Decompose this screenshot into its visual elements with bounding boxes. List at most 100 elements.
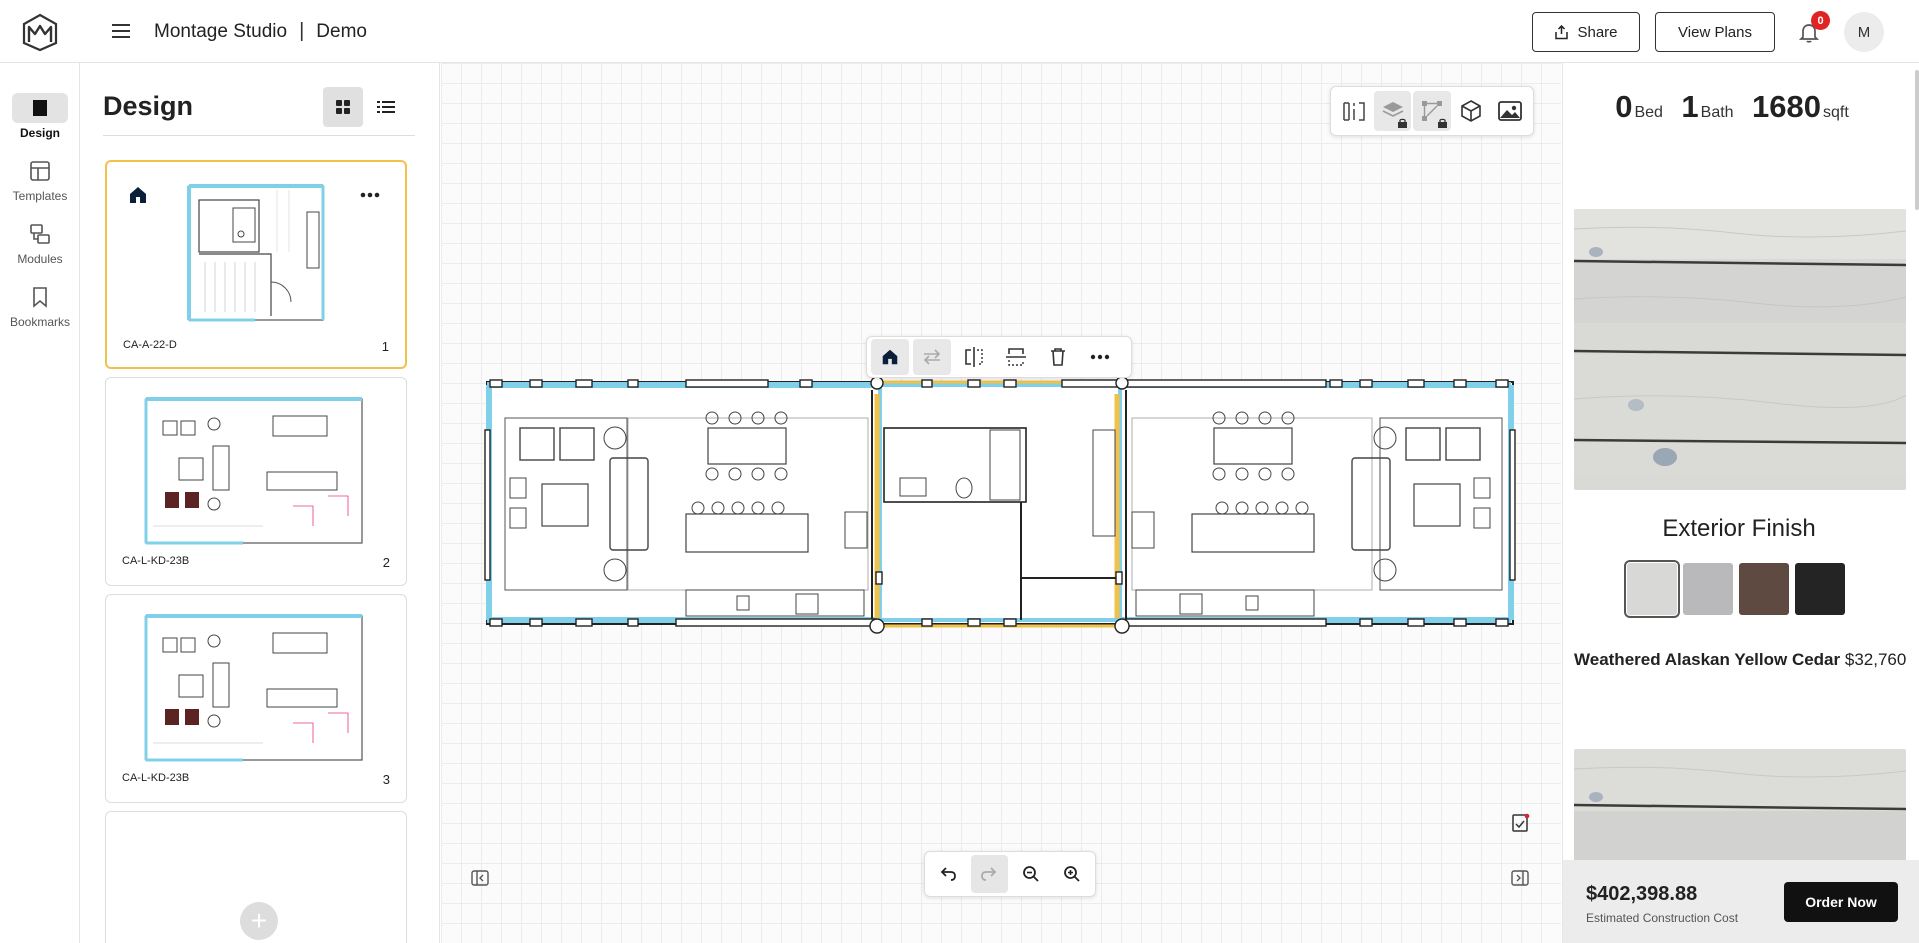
cost-value: $402,398.88 — [1586, 883, 1698, 905]
panel-title: Design — [103, 91, 194, 121]
floor-plan[interactable] — [441, 63, 1561, 943]
rail-item-templates[interactable]: Templates — [0, 156, 80, 212]
design-card[interactable]: CA-A-22-D 1 — [105, 160, 407, 369]
cost-label: Estimated Construction Cost — [1586, 911, 1739, 925]
delete-button[interactable] — [1039, 339, 1077, 375]
home-icon[interactable] — [127, 184, 149, 206]
dimension-icon — [1342, 102, 1365, 121]
grid-view-button[interactable] — [323, 87, 363, 127]
collapse-right-icon[interactable] — [1510, 868, 1530, 888]
card-code: CA-L-KD-23B — [122, 772, 190, 784]
add-icon[interactable]: + — [240, 902, 278, 940]
left-rail: Design Templates Modules Bookmarks — [0, 63, 80, 943]
share-icon — [1555, 24, 1569, 39]
card-code: CA-L-KD-23B — [122, 555, 190, 567]
template-icon — [30, 161, 50, 181]
home-module-button[interactable] — [871, 339, 909, 375]
finish-swatches — [1624, 560, 1845, 618]
flip-vertical-icon — [1006, 348, 1026, 366]
breadcrumb: Montage Studio | Demo — [154, 20, 367, 43]
design-card[interactable]: CA-L-KD-23B 3 — [105, 594, 407, 803]
more-options-icon[interactable] — [357, 188, 383, 202]
lock-icon — [1437, 118, 1447, 128]
app-name[interactable]: Montage Studio — [154, 21, 287, 43]
view-plans-label: View Plans — [1678, 23, 1752, 41]
dimension-tool-button[interactable] — [1335, 91, 1372, 131]
selection-toolbar — [866, 336, 1132, 378]
rail-label: Modules — [17, 252, 63, 266]
design-canvas[interactable] — [441, 63, 1561, 943]
selected-finish: Weathered Alaskan Yellow Cedar $32,760 — [1574, 650, 1906, 670]
collapse-left-icon[interactable] — [470, 868, 490, 888]
zoom-out-button[interactable] — [1012, 855, 1050, 893]
flip-horizontal-button[interactable] — [955, 339, 993, 375]
rail-item-bookmarks[interactable]: Bookmarks — [0, 282, 80, 338]
layers-tool-button[interactable] — [1374, 91, 1412, 131]
breadcrumb-separator: | — [299, 20, 305, 42]
card-number: 3 — [382, 772, 390, 787]
undo-button[interactable] — [929, 855, 967, 893]
top-header: Montage Studio | Demo Share View Plans 0… — [0, 0, 1919, 63]
share-label: Share — [1577, 23, 1618, 41]
zoom-out-icon — [1022, 866, 1039, 882]
share-button[interactable]: Share — [1532, 12, 1640, 52]
list-view-button[interactable] — [366, 87, 406, 127]
home-icon — [882, 349, 898, 365]
cost-footer: $402,398.88 Estimated Construction Cost … — [1563, 860, 1919, 943]
connect-tool-button[interactable] — [1413, 91, 1451, 131]
list-icon — [377, 101, 395, 113]
view-plans-button[interactable]: View Plans — [1655, 12, 1775, 52]
rail-label: Templates — [12, 189, 68, 203]
rail-item-modules[interactable]: Modules — [0, 219, 80, 275]
undo-icon — [940, 867, 956, 881]
hamburger-menu-icon[interactable] — [110, 20, 132, 42]
rail-item-design[interactable]: Design — [0, 93, 80, 149]
rail-label: Design — [19, 126, 60, 140]
floor-plan-thumbnail — [144, 614, 363, 762]
exterior-finish-preview — [1574, 209, 1906, 490]
image-view-button[interactable] — [1492, 91, 1529, 131]
modules-icon — [30, 224, 50, 244]
grid-icon — [336, 100, 350, 114]
lock-icon — [1398, 118, 1408, 128]
beds-unit: Bed — [1634, 104, 1663, 121]
home-specs: 0 Bed 1 Bath 1680 sqft — [1563, 89, 1915, 125]
bookmark-icon — [33, 287, 47, 308]
more-options-button[interactable] — [1081, 339, 1119, 375]
zoom-in-icon — [1064, 866, 1080, 882]
rail-label: Bookmarks — [9, 315, 71, 329]
avatar[interactable]: M — [1844, 12, 1884, 52]
card-number: 1 — [381, 339, 389, 354]
more-options-icon — [1090, 354, 1110, 360]
swatch-grey[interactable] — [1683, 563, 1733, 615]
exterior-finish-title: Exterior Finish — [1662, 515, 1816, 542]
order-now-button[interactable]: Order Now — [1784, 882, 1898, 922]
details-scrollbar[interactable] — [1915, 70, 1919, 210]
swatch-black[interactable] — [1795, 563, 1845, 615]
floor-plan-thumbnail — [187, 184, 325, 322]
zoom-in-button[interactable] — [1054, 855, 1092, 893]
add-design-card[interactable]: + — [105, 811, 407, 943]
checklist-icon[interactable] — [1510, 813, 1530, 833]
baths-value: 1 — [1681, 89, 1699, 124]
sqft-unit: sqft — [1822, 104, 1849, 121]
trash-icon — [1051, 348, 1065, 366]
swap-button[interactable] — [913, 339, 951, 375]
notification-badge: 0 — [1811, 11, 1830, 30]
redo-button[interactable] — [970, 855, 1008, 893]
montage-logo-icon[interactable] — [20, 12, 60, 52]
details-panel: 0 Bed 1 Bath 1680 sqft Exterior Finish Weat… — [1562, 63, 1919, 943]
project-name[interactable]: Demo — [316, 21, 367, 43]
square-icon — [33, 100, 47, 116]
3d-view-button[interactable] — [1453, 91, 1490, 131]
history-zoom-bar — [924, 851, 1096, 897]
design-card[interactable]: CA-L-KD-23B 2 — [105, 377, 407, 586]
panel-divider — [103, 135, 415, 136]
view-toolbox — [1330, 86, 1534, 136]
swatch-brown[interactable] — [1739, 563, 1789, 615]
swatch-yellow-cedar[interactable] — [1624, 560, 1680, 618]
sqft-value: 1680 — [1752, 89, 1821, 124]
swap-icon — [923, 349, 941, 365]
flip-vertical-button[interactable] — [997, 339, 1035, 375]
finish-name: Weathered Alaskan Yellow Cedar — [1574, 650, 1841, 669]
